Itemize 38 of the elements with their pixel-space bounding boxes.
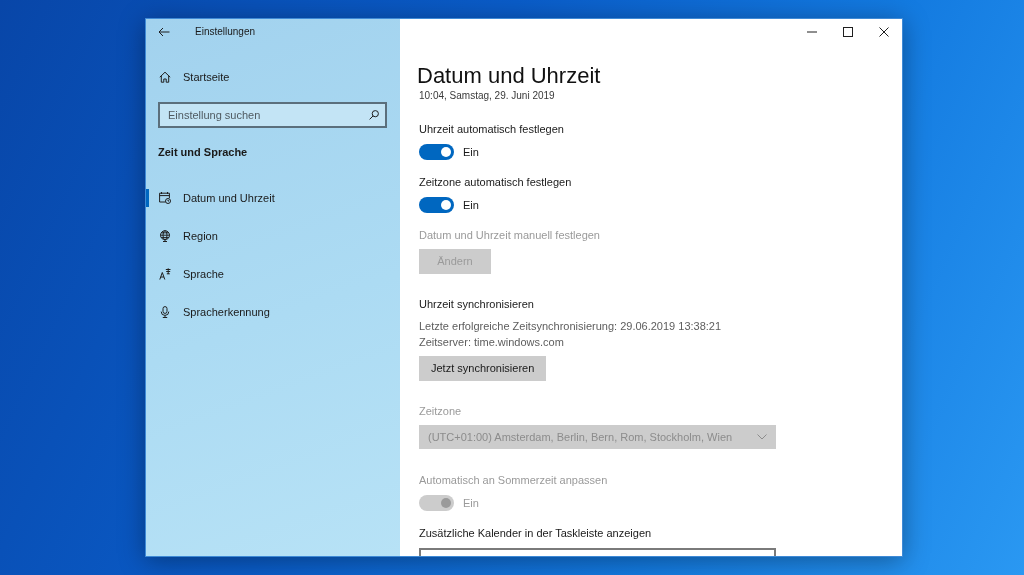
setting-label: Uhrzeit automatisch festlegen [419, 122, 564, 137]
back-button[interactable] [157, 26, 171, 38]
setting-label: Zusätzliche Kalender in der Taskleiste anzeigen [419, 526, 652, 541]
current-time: 10:04, Samstag, 29. Juni 2019 [419, 89, 555, 103]
status-text: Zeitserver: time.windows.com [419, 335, 564, 350]
close-icon [879, 27, 889, 37]
setting-label: Uhrzeit synchronisieren [419, 297, 534, 312]
toggle-switch[interactable] [419, 197, 454, 213]
nav-item[interactable]: Sprache [146, 265, 400, 283]
language-icon [159, 268, 171, 280]
microphone-icon [159, 306, 171, 318]
action-button[interactable]: Jetzt synchronisieren [419, 356, 547, 381]
setting-label: Zeitzone [419, 404, 462, 419]
back-arrow-icon [158, 27, 170, 37]
globe-icon [159, 230, 171, 242]
window-title: Einstellungen [195, 25, 256, 39]
maximize-icon [843, 27, 853, 37]
dropdown-field[interactable] [419, 548, 776, 556]
setting-label: Zeitzone automatisch festlegen [419, 175, 572, 190]
status-text: Letzte erfolgreiche Zeitsynchronisierung: 29.06.2019 13:38:21 [419, 319, 722, 334]
toggle-state-label: Ein [463, 198, 479, 213]
maximize-button[interactable] [840, 24, 856, 40]
toggle-state-label: Ein [463, 145, 479, 160]
calendar-clock-icon [159, 192, 171, 204]
search-field[interactable]: Einstellung suchen [158, 102, 387, 128]
toggle-state-label: Ein [463, 496, 479, 511]
home-link[interactable]: Startseite [159, 67, 230, 87]
setting-label: Automatisch an Sommerzeit anpassen [419, 473, 608, 488]
chevron-down-icon [757, 434, 767, 440]
nav-item[interactable]: Region [146, 227, 400, 245]
nav-item[interactable]: Spracherkennung [146, 303, 400, 321]
home-icon [159, 71, 171, 83]
search-icon [369, 110, 379, 120]
dropdown-field: (UTC+01:00) Amsterdam, Berlin, Bern, Rom, Stockholm, Wien [419, 425, 776, 449]
section-heading: Zeit und Sprache [158, 145, 248, 160]
toggle-switch[interactable] [419, 144, 454, 160]
setting-label: Datum und Uhrzeit manuell festlegen [419, 228, 600, 243]
page-title: Datum und Uhrzeit [417, 63, 601, 89]
